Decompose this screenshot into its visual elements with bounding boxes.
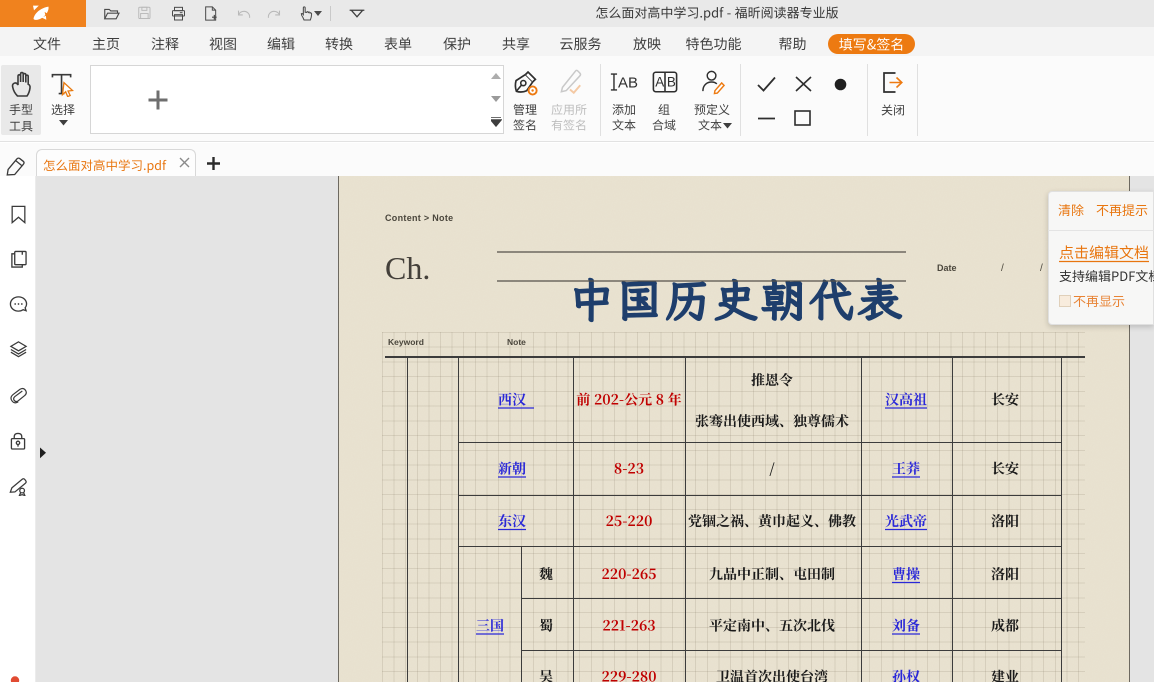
svg-text:B: B bbox=[667, 75, 676, 90]
svg-text:A: A bbox=[655, 75, 664, 90]
svg-text:AB: AB bbox=[618, 74, 638, 91]
